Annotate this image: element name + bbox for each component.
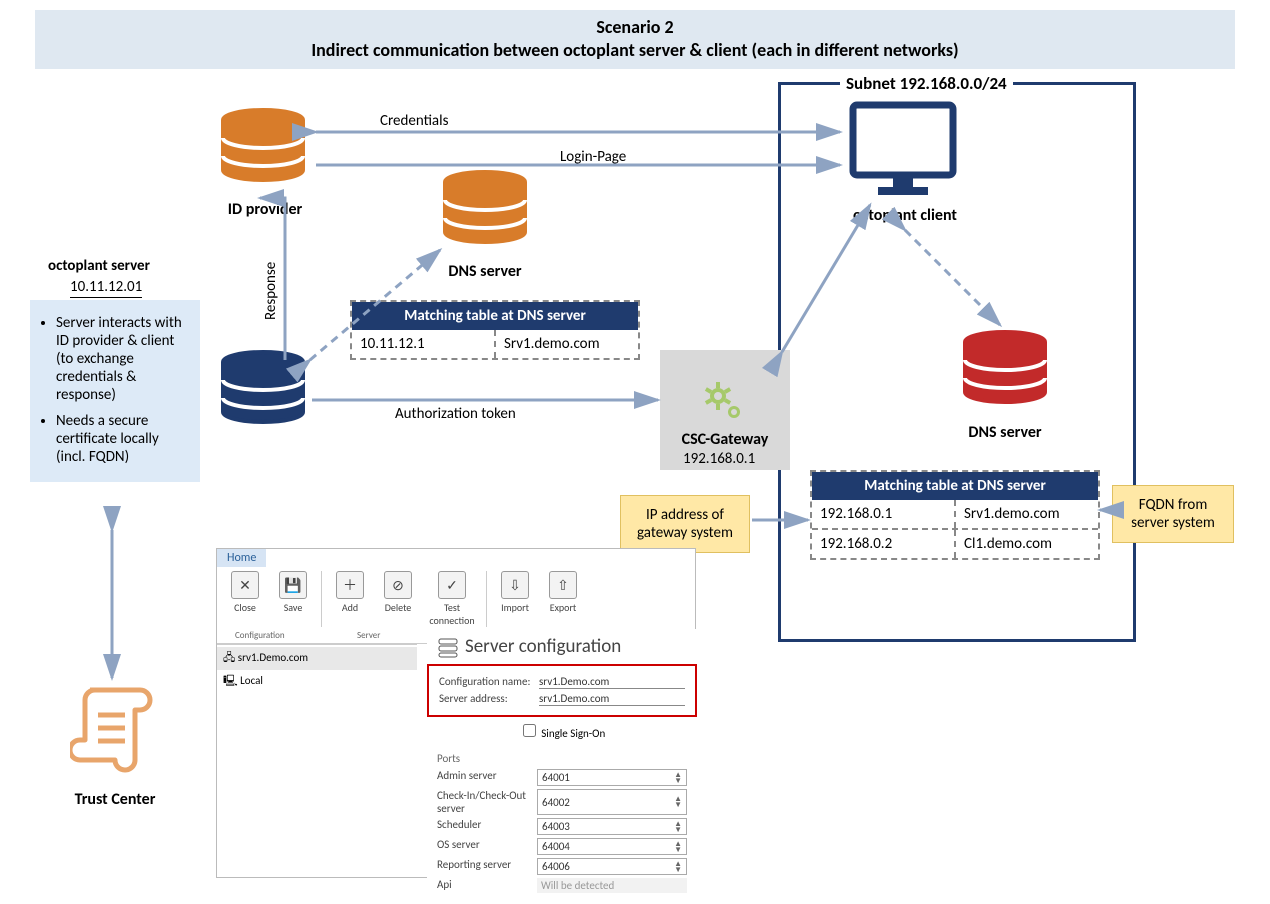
port-reporting[interactable]: 64006▲▼ (537, 858, 687, 875)
tree-item-srv1[interactable]: 🖧 srv1.Demo.com (217, 647, 417, 670)
close-icon: ✕ (231, 571, 259, 599)
import-button[interactable]: ⇩Import (493, 571, 537, 627)
response-label: Response (262, 262, 280, 320)
save-button[interactable]: 💾Save (271, 571, 315, 627)
port-admin[interactable]: 64001▲▼ (537, 769, 687, 786)
delete-icon: ⊘ (384, 571, 412, 599)
export-button[interactable]: ⇧Export (541, 571, 585, 627)
login-page-label: Login-Page (560, 148, 626, 166)
close-button[interactable]: ✕Close (223, 571, 267, 627)
add-button[interactable]: ＋Add (328, 571, 372, 627)
home-tab[interactable]: Home (217, 549, 266, 567)
delete-button[interactable]: ⊘Delete (376, 571, 420, 627)
export-icon: ⇧ (549, 571, 577, 599)
tree-item-local[interactable]: 🖳 Local (217, 670, 417, 693)
server-address-field[interactable]: srv1.Demo.com (539, 692, 685, 706)
ports-title: Ports (437, 752, 687, 765)
server-config-panel: Home ✕Close 💾Save ＋Add ⊘Delete ✓Test con… (216, 548, 696, 878)
panel-title: Server configuration (427, 629, 697, 664)
port-scheduler[interactable]: 64003▲▼ (537, 818, 687, 835)
server-icon (437, 636, 459, 658)
import-icon: ⇩ (501, 571, 529, 599)
save-icon: 💾 (279, 571, 307, 599)
port-cico[interactable]: 64002▲▼ (537, 789, 687, 815)
check-icon: ✓ (438, 571, 466, 599)
add-icon: ＋ (336, 571, 364, 599)
config-name-field[interactable]: srv1.Demo.com (539, 675, 685, 689)
test-conn-button[interactable]: ✓Test connection (424, 571, 480, 627)
auth-token-label: Authorization token (395, 405, 516, 423)
server-config-detail: Server configuration Configuration name:… (427, 629, 697, 904)
credentials-label: Credentials (380, 112, 448, 130)
port-api: Will be detected (537, 878, 687, 893)
sso-checkbox[interactable] (523, 724, 536, 737)
port-os[interactable]: 64004▲▼ (537, 838, 687, 855)
server-tree: 🖧 srv1.Demo.com 🖳 Local (217, 644, 417, 695)
config-highlight-box: Configuration name:srv1.Demo.com Server … (427, 664, 697, 717)
